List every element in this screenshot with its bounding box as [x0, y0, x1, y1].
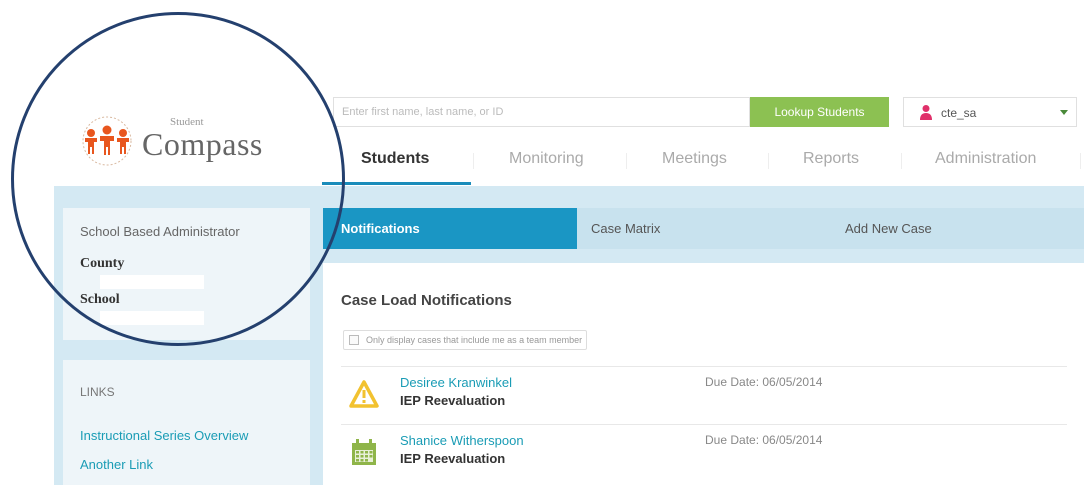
logo-big-text: Compass: [142, 126, 263, 162]
notifications-card: Case Load Notifications Only display cas…: [323, 263, 1084, 485]
due-date: Due Date: 06/05/2014: [705, 433, 823, 447]
nav-tab-students[interactable]: Students: [361, 150, 429, 168]
nav-divider: [1080, 153, 1081, 169]
county-label: County: [80, 256, 125, 271]
card-title: Case Load Notifications: [341, 292, 512, 309]
school-label: School: [80, 292, 120, 307]
tab-case-matrix[interactable]: Case Matrix: [577, 208, 831, 249]
tab-case-matrix-label: Case Matrix: [591, 221, 661, 236]
user-menu-dropdown[interactable]: cte_sa: [903, 97, 1077, 127]
notification-row[interactable]: Desiree Kranwinkel IEP Reevaluation Due …: [341, 366, 1067, 421]
link-instructional-series[interactable]: Instructional Series Overview: [80, 428, 248, 443]
link-another[interactable]: Another Link: [80, 457, 153, 472]
chevron-down-icon: [1060, 110, 1068, 115]
nav-tab-reports[interactable]: Reports: [803, 150, 859, 168]
nav-divider: [626, 153, 627, 169]
family-logo-icon: [82, 116, 132, 166]
notification-row[interactable]: Shanice Witherspoon IEP Reevaluation Due…: [341, 424, 1067, 479]
warning-icon: [349, 380, 379, 408]
lookup-students-button[interactable]: Lookup Students: [750, 97, 889, 127]
student-compass-logo: Student Compass: [74, 108, 294, 168]
student-search-input[interactable]: [333, 97, 750, 127]
nav-tab-meetings[interactable]: Meetings: [662, 150, 727, 168]
nav-tab-administration[interactable]: Administration: [935, 150, 1036, 168]
tab-notifications[interactable]: Notifications: [323, 208, 577, 249]
county-value-field: [100, 275, 204, 289]
nav-divider: [768, 153, 769, 169]
active-tab-underline: [322, 182, 471, 185]
tab-add-new-case-label: Add New Case: [845, 221, 932, 236]
school-value-field: [100, 311, 204, 325]
student-name-link[interactable]: Desiree Kranwinkel: [400, 375, 512, 390]
case-type: IEP Reevaluation: [400, 393, 506, 408]
main-nav: Students Monitoring Meetings Reports Adm…: [321, 140, 1084, 186]
case-subtabs: Notifications Case Matrix Add New Case: [323, 208, 1084, 249]
links-heading: LINKS: [80, 385, 115, 399]
student-name-link[interactable]: Shanice Witherspoon: [400, 433, 524, 448]
checkbox-box[interactable]: [349, 335, 359, 345]
user-role: School Based Administrator: [80, 224, 240, 239]
nav-tab-monitoring[interactable]: Monitoring: [509, 150, 584, 168]
due-date: Due Date: 06/05/2014: [705, 375, 823, 389]
team-member-filter-checkbox[interactable]: Only display cases that include me as a …: [343, 330, 588, 350]
calendar-icon: [352, 439, 376, 465]
filter-label: Only display cases that include me as a …: [366, 335, 583, 345]
nav-divider: [901, 153, 902, 169]
tab-add-new-case[interactable]: Add New Case: [831, 208, 1084, 249]
user-icon: [920, 105, 932, 120]
user-name: cte_sa: [941, 106, 977, 120]
case-type: IEP Reevaluation: [400, 451, 506, 466]
tab-notifications-label: Notifications: [341, 221, 420, 236]
nav-divider: [473, 153, 474, 169]
